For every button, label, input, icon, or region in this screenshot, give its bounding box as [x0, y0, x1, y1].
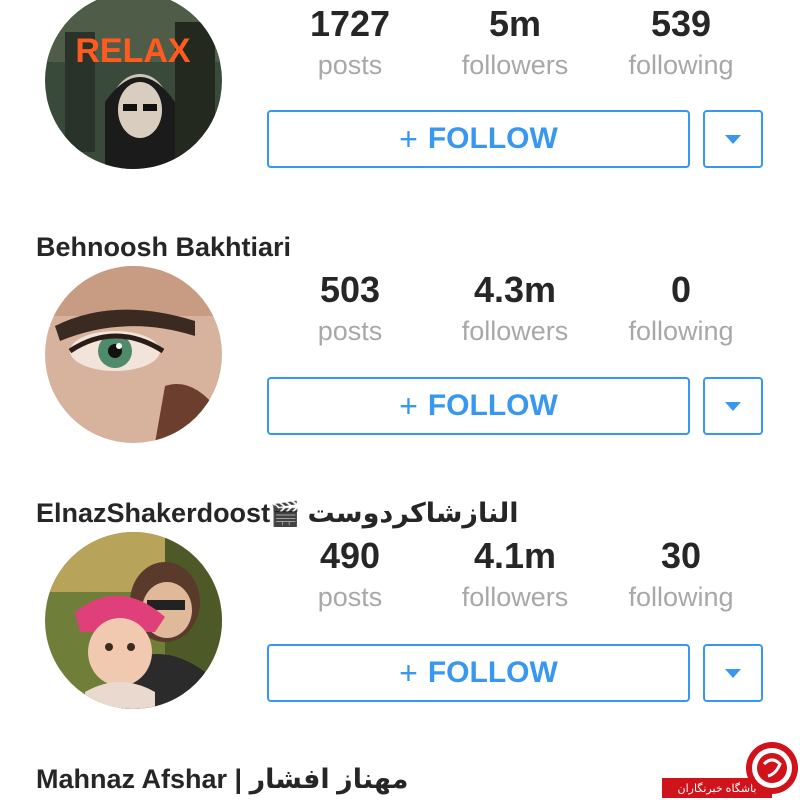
- avatar[interactable]: [45, 266, 222, 443]
- following-label: following: [628, 50, 734, 80]
- following-stat[interactable]: 539 following: [606, 4, 756, 82]
- followers-stat[interactable]: 5m followers: [440, 4, 590, 82]
- follow-label: FOLLOW: [427, 389, 558, 422]
- follow-label: FOLLOW: [427, 122, 558, 155]
- following-count: 539: [650, 3, 712, 44]
- plus-icon: +: [399, 387, 418, 424]
- profile-name-latin: ElnazShakerdoost: [36, 498, 271, 528]
- plus-icon: +: [399, 120, 418, 157]
- following-label: following: [628, 582, 734, 612]
- followers-stat[interactable]: 4.1m followers: [440, 536, 590, 614]
- follow-button[interactable]: + FOLLOW: [267, 644, 690, 702]
- plus-icon: +: [399, 654, 418, 691]
- followers-label: followers: [461, 582, 569, 612]
- following-label: following: [628, 316, 734, 346]
- following-count: 30: [660, 535, 702, 576]
- posts-stat[interactable]: 1727 posts: [275, 4, 425, 82]
- chevron-down-icon: [725, 134, 741, 144]
- followers-label: followers: [461, 50, 569, 80]
- chevron-down-icon: [725, 401, 741, 411]
- followers-label: followers: [461, 316, 569, 346]
- avatar-relax-text: RELAX: [75, 32, 191, 70]
- clapperboard-icon: 🎬: [270, 501, 300, 528]
- watermark-logo: باشگاه خبرنگاران: [662, 738, 800, 800]
- dropdown-button[interactable]: [703, 110, 763, 168]
- posts-stat[interactable]: 503 posts: [275, 270, 425, 348]
- follow-button[interactable]: + FOLLOW: [267, 110, 690, 168]
- posts-label: posts: [317, 582, 383, 612]
- watermark-emblem-icon: [746, 742, 798, 794]
- posts-label: posts: [317, 316, 383, 346]
- following-stat[interactable]: 30 following: [606, 536, 756, 614]
- posts-count: 1727: [309, 3, 391, 44]
- dropdown-button[interactable]: [703, 377, 763, 435]
- posts-stat[interactable]: 490 posts: [275, 536, 425, 614]
- posts-label: posts: [317, 50, 383, 80]
- profile-name-persian: النازشاکردوست: [307, 498, 519, 528]
- followers-count: 5m: [488, 3, 542, 44]
- profile-name[interactable]: Mahnaz Afshar | مهناز افشار: [36, 764, 408, 795]
- dropdown-button[interactable]: [703, 644, 763, 702]
- avatar[interactable]: RELAX: [45, 0, 222, 169]
- profile-name[interactable]: Behnoosh Bakhtiari: [36, 232, 291, 263]
- follow-button[interactable]: + FOLLOW: [267, 377, 690, 435]
- posts-count: 490: [319, 535, 381, 576]
- avatar[interactable]: [45, 532, 222, 709]
- followers-count: 4.3m: [473, 269, 557, 310]
- following-stat[interactable]: 0 following: [606, 270, 756, 348]
- follow-label: FOLLOW: [427, 656, 558, 689]
- chevron-down-icon: [725, 668, 741, 678]
- following-count: 0: [670, 269, 692, 310]
- followers-stat[interactable]: 4.3m followers: [440, 270, 590, 348]
- followers-count: 4.1m: [473, 535, 557, 576]
- posts-count: 503: [319, 269, 381, 310]
- profile-name[interactable]: ElnazShakerdoost🎬 النازشاکردوست: [36, 498, 519, 529]
